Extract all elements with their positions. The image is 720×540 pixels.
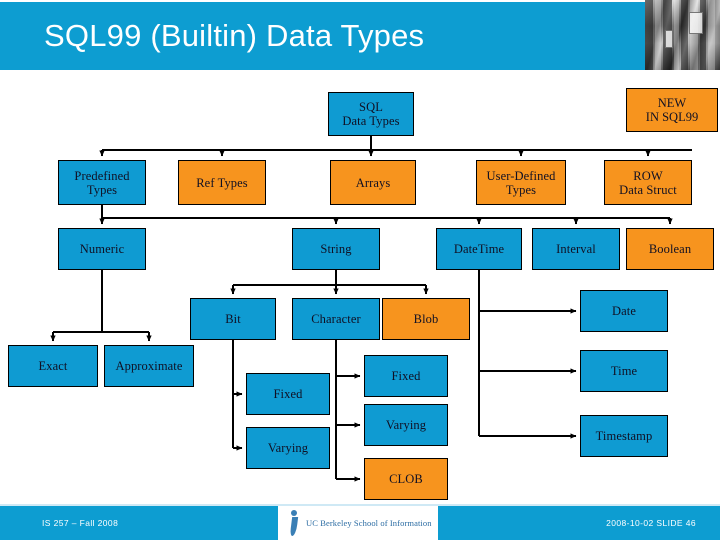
footer-date-slide: 2008-10-02 SLIDE 46	[606, 518, 696, 528]
node-bit-fixed[interactable]: Fixed	[246, 373, 330, 415]
legend-new-in-sql99: NEW IN SQL99	[626, 88, 718, 132]
node-ref-types[interactable]: Ref Types	[178, 160, 266, 205]
node-string[interactable]: String	[292, 228, 380, 270]
node-timestamp[interactable]: Timestamp	[580, 415, 668, 457]
node-bit-varying[interactable]: Varying	[246, 427, 330, 469]
node-interval[interactable]: Interval	[532, 228, 620, 270]
node-date[interactable]: Date	[580, 290, 668, 332]
node-arrays[interactable]: Arrays	[330, 160, 416, 205]
diagram-canvas: SQL Data Types Predefined Types Ref Type…	[0, 70, 720, 502]
node-time[interactable]: Time	[580, 350, 668, 392]
node-sql-data-types[interactable]: SQL Data Types	[328, 92, 414, 136]
header-building-photo	[645, 0, 720, 72]
node-predefined-types[interactable]: Predefined Types	[58, 160, 146, 205]
node-user-defined-types[interactable]: User-Defined Types	[476, 160, 566, 205]
node-numeric[interactable]: Numeric	[58, 228, 146, 270]
node-char-fixed[interactable]: Fixed	[364, 355, 448, 397]
slide: SQL99 (Builtin) Data Types SQL Data Type…	[0, 0, 720, 540]
node-datetime[interactable]: DateTime	[436, 228, 522, 270]
ischool-logo-icon	[288, 509, 302, 537]
footer-course-label: IS 257 – Fall 2008	[42, 518, 119, 528]
node-bit[interactable]: Bit	[190, 298, 276, 340]
node-approximate[interactable]: Approximate	[104, 345, 194, 387]
node-character[interactable]: Character	[292, 298, 380, 340]
node-char-varying[interactable]: Varying	[364, 404, 448, 446]
node-blob[interactable]: Blob	[382, 298, 470, 340]
node-exact[interactable]: Exact	[8, 345, 98, 387]
page-title: SQL99 (Builtin) Data Types	[44, 18, 425, 53]
node-clob[interactable]: CLOB	[364, 458, 448, 500]
footer-logo-label: UC Berkeley School of Information	[306, 518, 432, 528]
node-row-data-struct[interactable]: ROW Data Struct	[604, 160, 692, 205]
node-boolean[interactable]: Boolean	[626, 228, 714, 270]
